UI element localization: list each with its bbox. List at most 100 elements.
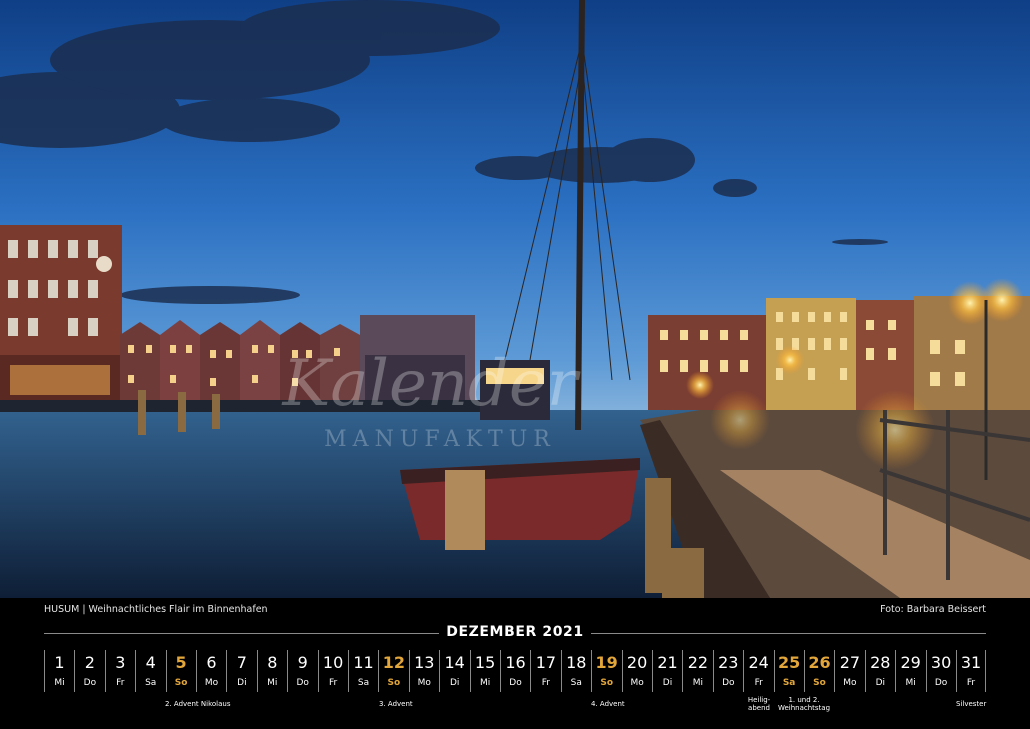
weekday-label: Mi (267, 678, 278, 688)
day-cell: 20 Mo (621, 650, 652, 692)
note-weihnachtstag-line1: 1. und 2. (788, 696, 820, 704)
day-cell: 10 Fr (317, 650, 348, 692)
day-number: 27 (839, 653, 861, 672)
day-number: 20 (626, 653, 648, 672)
day-cell: 16 Do (500, 650, 530, 692)
day-number: 14 (444, 653, 465, 672)
weekday-label: Fr (116, 678, 125, 688)
day-cell: 14 Di (439, 650, 469, 692)
note-heiligabend: Heilig- abend (744, 696, 774, 712)
day-number: 10 (322, 653, 344, 672)
weekday-label: Mi (479, 678, 491, 688)
day-cell: 11 Sa (348, 650, 378, 692)
day-cell: 30 Do (925, 650, 956, 692)
weekday-label: Mi (905, 678, 916, 688)
day-number: 16 (505, 653, 526, 672)
photo-credit: Foto: Barbara Beissert (880, 604, 986, 615)
day-number: 11 (353, 653, 374, 672)
weekday-label: Do (296, 678, 309, 688)
calendar-strip: HUSUM | Weihnachtliches Flair im Binnenh… (0, 598, 1030, 729)
day-number: 22 (687, 653, 709, 672)
note-3-advent: 3. Advent (379, 700, 413, 708)
day-number: 26 (808, 653, 831, 672)
day-cell: 26 So (804, 650, 834, 692)
note-weihnachtstag-line2: Weihnachtstag (777, 704, 831, 712)
weekday-label: Di (237, 678, 247, 688)
day-cell: 17 Fr (530, 650, 560, 692)
day-cell: 1 Mi (44, 650, 74, 692)
left-building (0, 225, 122, 405)
day-number: 17 (535, 653, 557, 672)
day-cell: 7 Di (226, 650, 256, 692)
day-cell: 5 So (165, 650, 196, 692)
day-cell: 25 Sa (773, 650, 804, 692)
weekday-label: Fr (754, 678, 763, 688)
day-cell: 23 Do (712, 650, 743, 692)
note-2-advent: 2. Advent Nikolaus (165, 700, 230, 708)
day-number: 24 (748, 653, 769, 672)
weekday-label: Di (662, 678, 673, 688)
weekday-label: Do (722, 678, 735, 688)
day-cell: 18 Sa (560, 650, 591, 692)
day-number: 29 (900, 653, 921, 672)
caption-separator: | (82, 604, 86, 615)
note-heiligabend-line1: Heilig- (747, 696, 771, 704)
day-cell: 9 Do (287, 650, 317, 692)
weekday-label: Di (449, 678, 460, 688)
day-number: 9 (297, 653, 308, 672)
weekday-label: Sa (145, 678, 157, 688)
weekday-label: Mi (692, 678, 704, 688)
day-number: 1 (54, 653, 65, 672)
note-nikolaus-label: Nikolaus (200, 700, 231, 708)
caption-title: Weihnachtliches Flair im Binnenhafen (88, 604, 268, 615)
weekday-label: Mo (843, 678, 857, 688)
day-number: 8 (267, 653, 278, 672)
day-cell: 29 Mi (895, 650, 925, 692)
month-label: DEZEMBER 2021 (439, 624, 591, 640)
day-number: 3 (115, 653, 126, 672)
weekday-label: Di (875, 678, 886, 688)
note-weihnachtstag: 1. und 2. Weihnachtstag (774, 696, 834, 712)
day-cell: 27 Mo (834, 650, 864, 692)
day-number: 31 (960, 653, 982, 672)
weekday-label: Mo (204, 678, 219, 688)
note-4-advent: 4. Advent (591, 700, 625, 708)
day-number: 21 (657, 653, 678, 672)
day-cell: 31 Fr (956, 650, 986, 692)
day-number: 5 (175, 653, 187, 672)
day-cell: 28 Di (864, 650, 895, 692)
day-number: 6 (206, 653, 217, 672)
day-number: 4 (145, 653, 156, 672)
day-number: 2 (84, 653, 95, 672)
weekday-label: So (174, 678, 188, 688)
day-number: 28 (870, 653, 891, 672)
weekday-label: Do (83, 678, 97, 688)
note-silvester: Silvester (956, 700, 987, 708)
weekday-label: Sa (782, 678, 796, 688)
day-cell: 21 Di (652, 650, 682, 692)
day-cell: 24 Fr (743, 650, 773, 692)
day-cell: 15 Mi (469, 650, 500, 692)
note-advent-2-label: 2. Advent (165, 700, 199, 708)
day-number: 13 (414, 653, 435, 672)
day-number: 18 (566, 653, 587, 672)
weekday-label: So (600, 678, 614, 688)
day-cell: 19 So (591, 650, 621, 692)
day-cell: 13 Mo (408, 650, 439, 692)
day-number: 19 (595, 653, 618, 672)
note-heiligabend-line2: abend (748, 704, 770, 712)
weekday-label: Fr (328, 678, 338, 688)
day-number: 23 (718, 653, 739, 672)
harbour-photo: Kalender MANUFAKTUR (0, 0, 1030, 598)
weekday-label: Fr (541, 678, 550, 688)
weekday-label: Sa (570, 678, 582, 688)
day-cell: 22 Mi (682, 650, 712, 692)
day-number: 30 (930, 653, 952, 672)
weekday-label: Do (934, 678, 948, 688)
weekday-label: Sa (357, 678, 370, 688)
weekday-label: So (387, 678, 401, 688)
day-cell: 12 So (378, 650, 408, 692)
weekday-label: So (813, 678, 826, 688)
weekday-label: Do (509, 678, 522, 688)
day-number: 12 (382, 653, 406, 672)
